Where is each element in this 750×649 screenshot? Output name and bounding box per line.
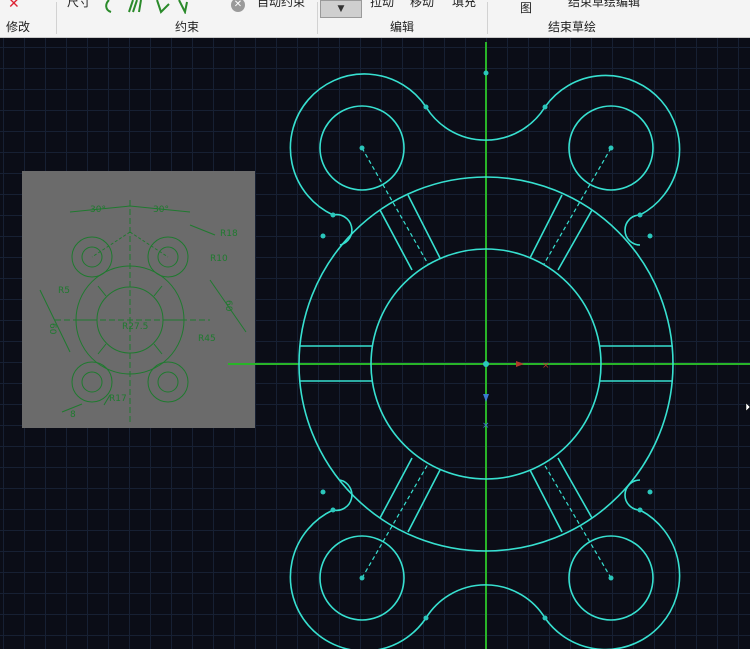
dimension-button[interactable]: 尺寸: [67, 0, 91, 10]
auto-constraint-button[interactable]: 自动约束: [257, 0, 305, 10]
dim-8: 8: [70, 410, 76, 420]
modify-icon[interactable]: ✕: [8, 0, 20, 12]
ribbon-toolbar: ✕ 修改 尺寸 ✕ 自动约束 约束 ▼ 拉动 移动 填充 编辑 图 结束草绘编辑…: [0, 0, 750, 38]
reference-drawing[interactable]: 30° 30° R18 R10 R5 60 60 R27.5 R45 R17 8: [22, 171, 255, 428]
fill-button[interactable]: 填充: [452, 0, 476, 10]
modify-label[interactable]: 修改: [6, 18, 30, 35]
dim-60-left: 60: [47, 323, 57, 335]
auto-constraint-icon[interactable]: ✕: [231, 0, 245, 12]
finish-sketch-edit-button[interactable]: 结束草绘编辑: [568, 0, 640, 10]
dim-r5: R5: [58, 286, 70, 296]
edit-group: ▼ 拉动 移动 填充 编辑: [318, 0, 486, 37]
constraint-group-label: 约束: [175, 20, 200, 34]
dropdown-button[interactable]: ▼: [320, 0, 362, 18]
constraint-icons[interactable]: [103, 0, 203, 14]
dim-r18: R18: [220, 229, 238, 239]
reference-drawing-svg: 30° 30° R18 R10 R5 60 60 R27.5 R45 R17 8: [39, 200, 247, 425]
dim-r10: R10: [210, 254, 228, 264]
dim-r17: R17: [109, 394, 127, 404]
dim-angle-left: 30°: [90, 205, 106, 215]
dim-r27-5: R27.5: [122, 322, 148, 332]
move-button[interactable]: 移动: [410, 0, 434, 10]
modify-group: ✕ 修改: [0, 0, 56, 37]
dim-r45: R45: [198, 334, 216, 344]
finish-sketch-group: 图 结束草绘编辑 结束草绘: [488, 0, 750, 37]
image-button[interactable]: 图: [520, 0, 532, 16]
dim-60-right: 60: [223, 300, 233, 312]
drag-button[interactable]: 拉动: [370, 0, 394, 10]
edit-group-label: 编辑: [390, 20, 415, 34]
finish-sketch-group-label: 结束草绘: [548, 20, 597, 34]
dim-angle-right: 30°: [153, 205, 169, 215]
constraint-group: 尺寸 ✕ 自动约束 约束: [57, 0, 317, 37]
